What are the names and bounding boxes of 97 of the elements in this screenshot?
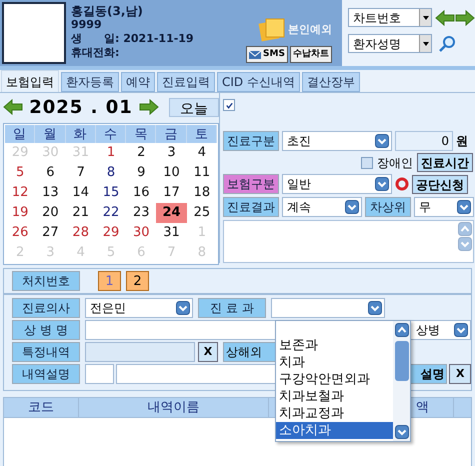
description-code-field[interactable] bbox=[85, 364, 114, 384]
clear-button[interactable]: X bbox=[449, 364, 471, 384]
calendar-day[interactable]: 5 bbox=[5, 163, 36, 183]
weekday-header: 수 bbox=[96, 125, 126, 143]
special-field[interactable] bbox=[85, 342, 195, 362]
calendar-day[interactable]: 14 bbox=[66, 183, 96, 203]
tab[interactable]: 예약 bbox=[121, 72, 155, 92]
select-field[interactable]: 일반 bbox=[282, 174, 392, 194]
field-label: 진료구분 bbox=[223, 131, 279, 151]
select-field[interactable]: 초진 bbox=[282, 131, 392, 151]
calendar-day[interactable]: 9 bbox=[126, 163, 156, 183]
patient-name: 홍길동(3,남) bbox=[71, 4, 144, 18]
field-label: 차상위 bbox=[365, 197, 411, 217]
left-arrow-icon[interactable] bbox=[435, 10, 455, 26]
weekday-header: 토 bbox=[186, 125, 217, 143]
select-field[interactable]: 무 bbox=[414, 197, 474, 217]
weekday-header: 목 bbox=[126, 125, 156, 143]
calendar-day[interactable]: 31 bbox=[156, 223, 187, 243]
scrollbar[interactable] bbox=[393, 321, 410, 441]
calendar-day[interactable]: 30 bbox=[126, 223, 156, 243]
clear-button[interactable]: X bbox=[198, 342, 218, 362]
calendar-day[interactable]: 15 bbox=[96, 183, 126, 203]
field-label: 내역설명 bbox=[12, 364, 80, 384]
currency-label: 원 bbox=[456, 133, 468, 150]
birth-date: 생 일: 2021-11-19 bbox=[71, 32, 195, 46]
field-label: 특정내역 bbox=[12, 342, 80, 362]
payment-chart-button[interactable]: 수납차트 bbox=[290, 46, 332, 63]
select-field[interactable] bbox=[271, 298, 385, 318]
calendar-day[interactable]: 4 bbox=[186, 143, 217, 163]
calendar-day[interactable]: 19 bbox=[5, 203, 36, 223]
calendar-day[interactable]: 18 bbox=[186, 183, 217, 203]
select-field[interactable]: 계속 bbox=[282, 197, 362, 217]
calendar-day[interactable]: 29 bbox=[96, 223, 126, 243]
month-label: 2025 . 01 bbox=[28, 96, 134, 120]
tab[interactable]: CID 수신내역 bbox=[217, 72, 300, 92]
field-label: 상 병 명 bbox=[12, 320, 80, 340]
calendar-day[interactable]: 25 bbox=[186, 203, 217, 223]
ring-icon bbox=[395, 177, 409, 191]
calendar-day[interactable]: 23 bbox=[126, 203, 156, 223]
calendar-day[interactable]: 22 bbox=[96, 203, 126, 223]
calendar-day[interactable]: 10 bbox=[156, 163, 187, 183]
dropdown-option[interactable]: 구강악안면외과 bbox=[276, 371, 393, 388]
calendar-day[interactable]: 24 bbox=[156, 203, 187, 223]
weekday-header: 금 bbox=[156, 125, 187, 143]
visit-time-button[interactable]: 진료시간 bbox=[417, 153, 473, 172]
sms-button[interactable]: SMS bbox=[246, 46, 288, 63]
search-type-select[interactable]: 차트번호 bbox=[348, 8, 432, 27]
scroll-up-icon[interactable] bbox=[394, 323, 408, 337]
weekday-header: 화 bbox=[66, 125, 96, 143]
calendar-day[interactable]: 28 bbox=[66, 223, 96, 243]
treatment-number-button[interactable]: 2 bbox=[126, 271, 149, 291]
memo-checkbox[interactable] bbox=[223, 99, 235, 111]
calendar-day[interactable]: 27 bbox=[35, 223, 66, 243]
phone-label: 휴대전화: bbox=[71, 46, 120, 60]
calendar-day[interactable]: 12 bbox=[5, 183, 36, 203]
calendar-day[interactable]: 3 bbox=[156, 143, 187, 163]
description-button[interactable]: 설명 bbox=[410, 364, 448, 384]
calendar-day[interactable]: 13 bbox=[35, 183, 66, 203]
calendar-day[interactable]: 6 bbox=[35, 163, 66, 183]
calendar-day[interactable]: 1 bbox=[96, 143, 126, 163]
patient-photo bbox=[2, 2, 66, 64]
calendar-day[interactable]: 20 bbox=[35, 203, 66, 223]
calendar-day[interactable]: 2 bbox=[126, 143, 156, 163]
field-label: 처치번호 bbox=[12, 271, 80, 291]
field-label: 진 료 과 bbox=[198, 298, 266, 318]
right-arrow-icon[interactable] bbox=[139, 99, 159, 115]
field-label: 보험구분 bbox=[223, 174, 279, 194]
calendar-day[interactable]: 7 bbox=[66, 163, 96, 183]
tab[interactable]: 결산장부 bbox=[302, 72, 360, 92]
disability-label: 장애인 bbox=[377, 154, 413, 172]
field-label: 진료의사 bbox=[12, 298, 80, 318]
weekday-header: 일 bbox=[5, 125, 36, 143]
column-header: 코드 bbox=[4, 398, 79, 417]
field-label: 진료결과 bbox=[223, 197, 279, 217]
weekday-header: 월 bbox=[35, 125, 66, 143]
right-arrow-icon[interactable] bbox=[455, 10, 475, 26]
disability-checkbox[interactable] bbox=[361, 156, 373, 168]
column-header: 내역이름 bbox=[79, 398, 269, 417]
calendar-day[interactable]: 26 bbox=[5, 223, 36, 243]
calendar-day[interactable]: 17 bbox=[156, 183, 187, 203]
dropdown-option[interactable]: 소아치과 bbox=[276, 422, 393, 439]
search-icon[interactable] bbox=[438, 34, 456, 52]
calendar-day[interactable]: 21 bbox=[66, 203, 96, 223]
tab[interactable]: 환자등록 bbox=[61, 72, 119, 92]
amount-field[interactable]: 0 bbox=[395, 131, 453, 151]
calendar-day[interactable]: 16 bbox=[126, 183, 156, 203]
tab[interactable]: 보험입력 bbox=[1, 70, 59, 92]
mail-icon bbox=[249, 50, 261, 58]
apply-button[interactable]: 공단신청 bbox=[412, 174, 468, 194]
today-button[interactable]: 오늘 bbox=[169, 98, 219, 116]
calendar-day[interactable]: 11 bbox=[186, 163, 217, 183]
tab[interactable]: 진료입력 bbox=[157, 72, 215, 92]
select-field[interactable]: 전은민 bbox=[85, 298, 193, 318]
chart-number: 9999 bbox=[71, 18, 103, 32]
search-type-select[interactable]: 환자성명 bbox=[348, 34, 432, 53]
left-arrow-icon[interactable] bbox=[3, 99, 23, 115]
calendar-day[interactable]: 8 bbox=[96, 163, 126, 183]
